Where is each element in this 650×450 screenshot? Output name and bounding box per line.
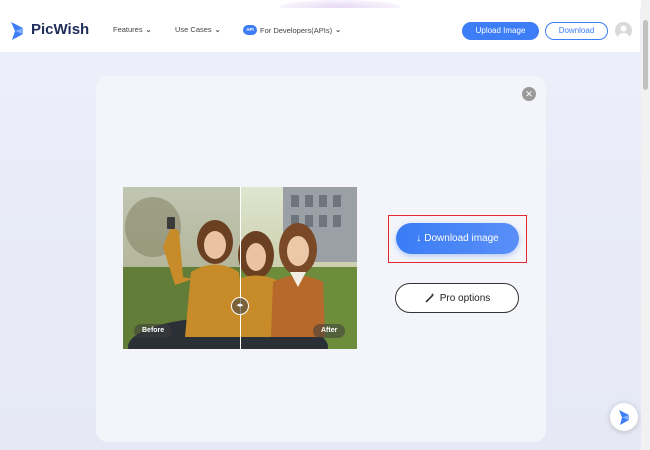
left-right-arrows-icon[interactable]: ◂▸ (231, 297, 249, 315)
arrow-down-icon: ↓ (416, 233, 422, 244)
chevron-down-icon: ⌄ (335, 27, 341, 34)
nav-use-cases[interactable]: Use Cases ⌄ (175, 25, 221, 34)
api-cloud-icon: API (243, 25, 257, 35)
upload-image-button[interactable]: Upload Image (462, 22, 539, 40)
nav-use-cases-label: Use Cases (175, 25, 212, 34)
download-image-button[interactable]: ↓ Download image (396, 223, 519, 254)
user-avatar-icon[interactable] (615, 22, 632, 39)
close-icon[interactable]: ✕ (522, 87, 536, 101)
picwish-assistant-button[interactable] (610, 403, 638, 431)
before-label: Before (134, 324, 173, 338)
scrollbar-thumb[interactable] (643, 20, 648, 90)
chevron-down-icon: ⌄ (145, 26, 152, 34)
magic-wand-icon (425, 293, 435, 303)
pro-options-label: Pro options (439, 292, 491, 304)
pro-options-button[interactable]: Pro options (395, 283, 519, 313)
nav-features-label: Features (113, 25, 143, 34)
brand-name[interactable]: PicWish (31, 21, 89, 38)
after-label: After (313, 324, 346, 338)
download-image-label: Download image (424, 233, 499, 244)
compare-divider[interactable] (240, 187, 241, 349)
picwish-logo-icon[interactable] (9, 20, 27, 42)
chevron-down-icon: ⌄ (214, 26, 221, 34)
nav-features[interactable]: Features ⌄ (113, 25, 151, 34)
nav-developers-label: For Developers(APIs) (260, 25, 333, 35)
nav-developers[interactable]: API For Developers(APIs) ⌄ (243, 25, 341, 35)
download-button[interactable]: Download (545, 22, 608, 40)
picwish-logo-icon (619, 410, 629, 425)
top-navbar: PicWish Features ⌄ Use Cases ⌄ API For D… (0, 8, 640, 52)
